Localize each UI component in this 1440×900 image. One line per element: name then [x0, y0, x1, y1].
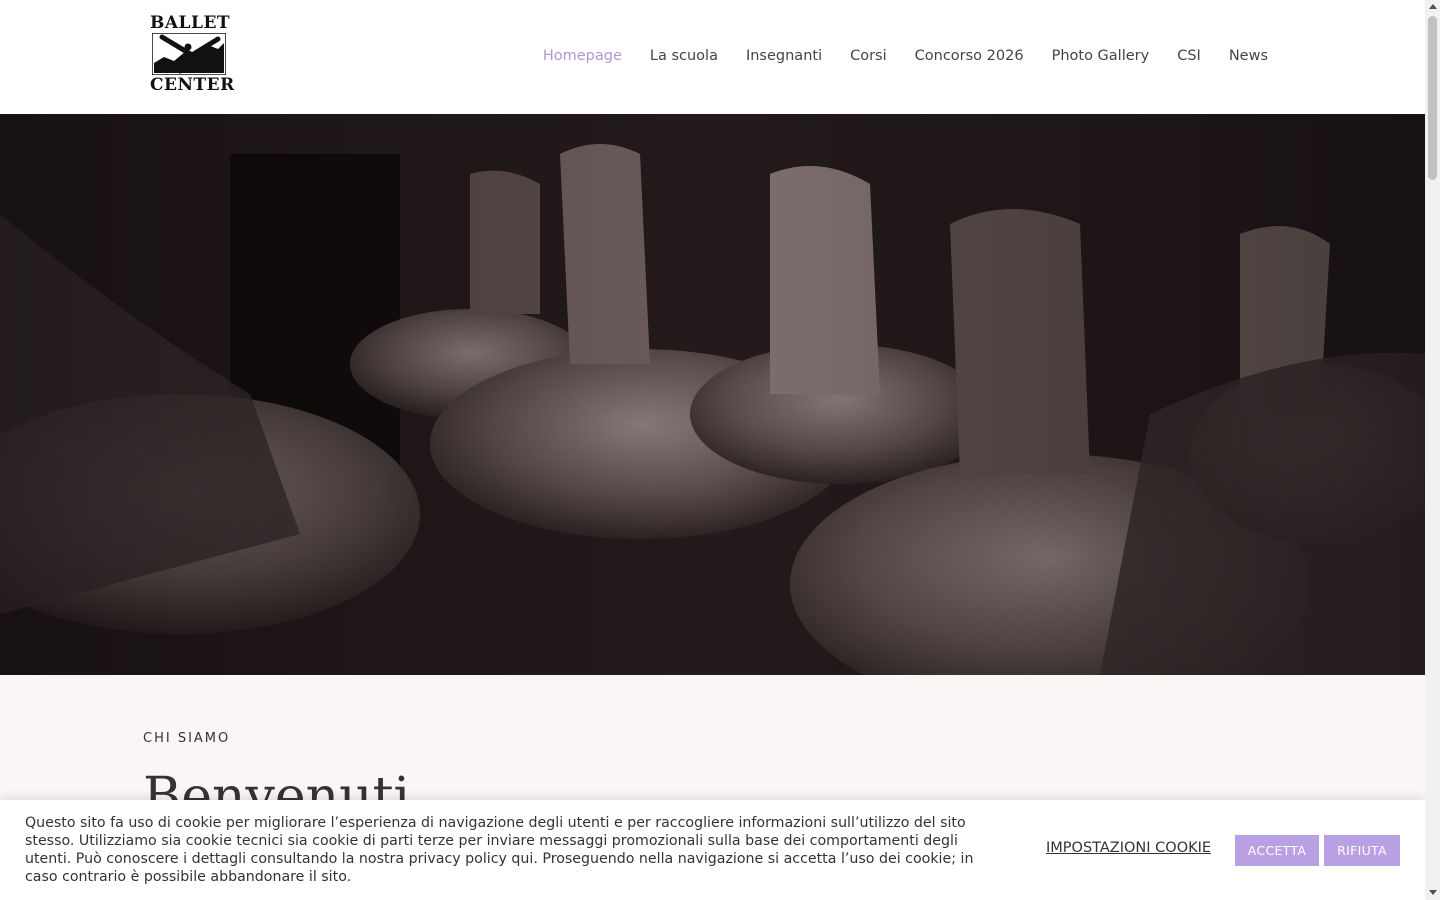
main-nav: Homepage La scuola Insegnanti Corsi Conc… — [515, 46, 1268, 66]
scroll-up-arrow-icon[interactable] — [1429, 4, 1437, 9]
accept-cookies-button[interactable]: ACCETTA — [1235, 835, 1319, 866]
hero-photo — [0, 114, 1425, 675]
cookie-message: Questo sito fa uso di cookie per miglior… — [25, 815, 974, 885]
nav-la-scuola[interactable]: La scuola — [650, 46, 718, 66]
cookie-settings-link[interactable]: IMPOSTAZIONI COOKIE — [1046, 840, 1211, 856]
section-eyebrow: CHI SIAMO — [143, 731, 231, 746]
logo-line-1: BALLET — [150, 13, 231, 33]
ballet-center-logo[interactable]: BALLET CENTER — [150, 13, 235, 95]
reject-cookies-button[interactable]: RIFIUTA — [1324, 835, 1400, 866]
nav-concorso-2026[interactable]: Concorso 2026 — [915, 46, 1024, 66]
nav-photo-gallery[interactable]: Photo Gallery — [1052, 46, 1150, 66]
site-header: BALLET CENTER Homepage La scuola Insegna… — [0, 0, 1425, 114]
scrollbar-thumb[interactable] — [1428, 16, 1437, 180]
scroll-down-arrow-icon[interactable] — [1429, 890, 1437, 895]
nav-homepage[interactable]: Homepage — [543, 46, 622, 66]
nav-news[interactable]: News — [1229, 46, 1268, 66]
nav-csi[interactable]: CSI — [1177, 46, 1201, 66]
nav-corsi[interactable]: Corsi — [850, 46, 887, 66]
page-scrollbar[interactable] — [1425, 0, 1440, 900]
hero-image-ballerinas — [0, 114, 1425, 675]
dancer-logo-icon — [152, 33, 226, 75]
nav-insegnanti[interactable]: Insegnanti — [746, 46, 822, 66]
cookie-banner: Questo sito fa uso di cookie per miglior… — [0, 800, 1425, 900]
logo-line-2: CENTER — [150, 75, 235, 95]
